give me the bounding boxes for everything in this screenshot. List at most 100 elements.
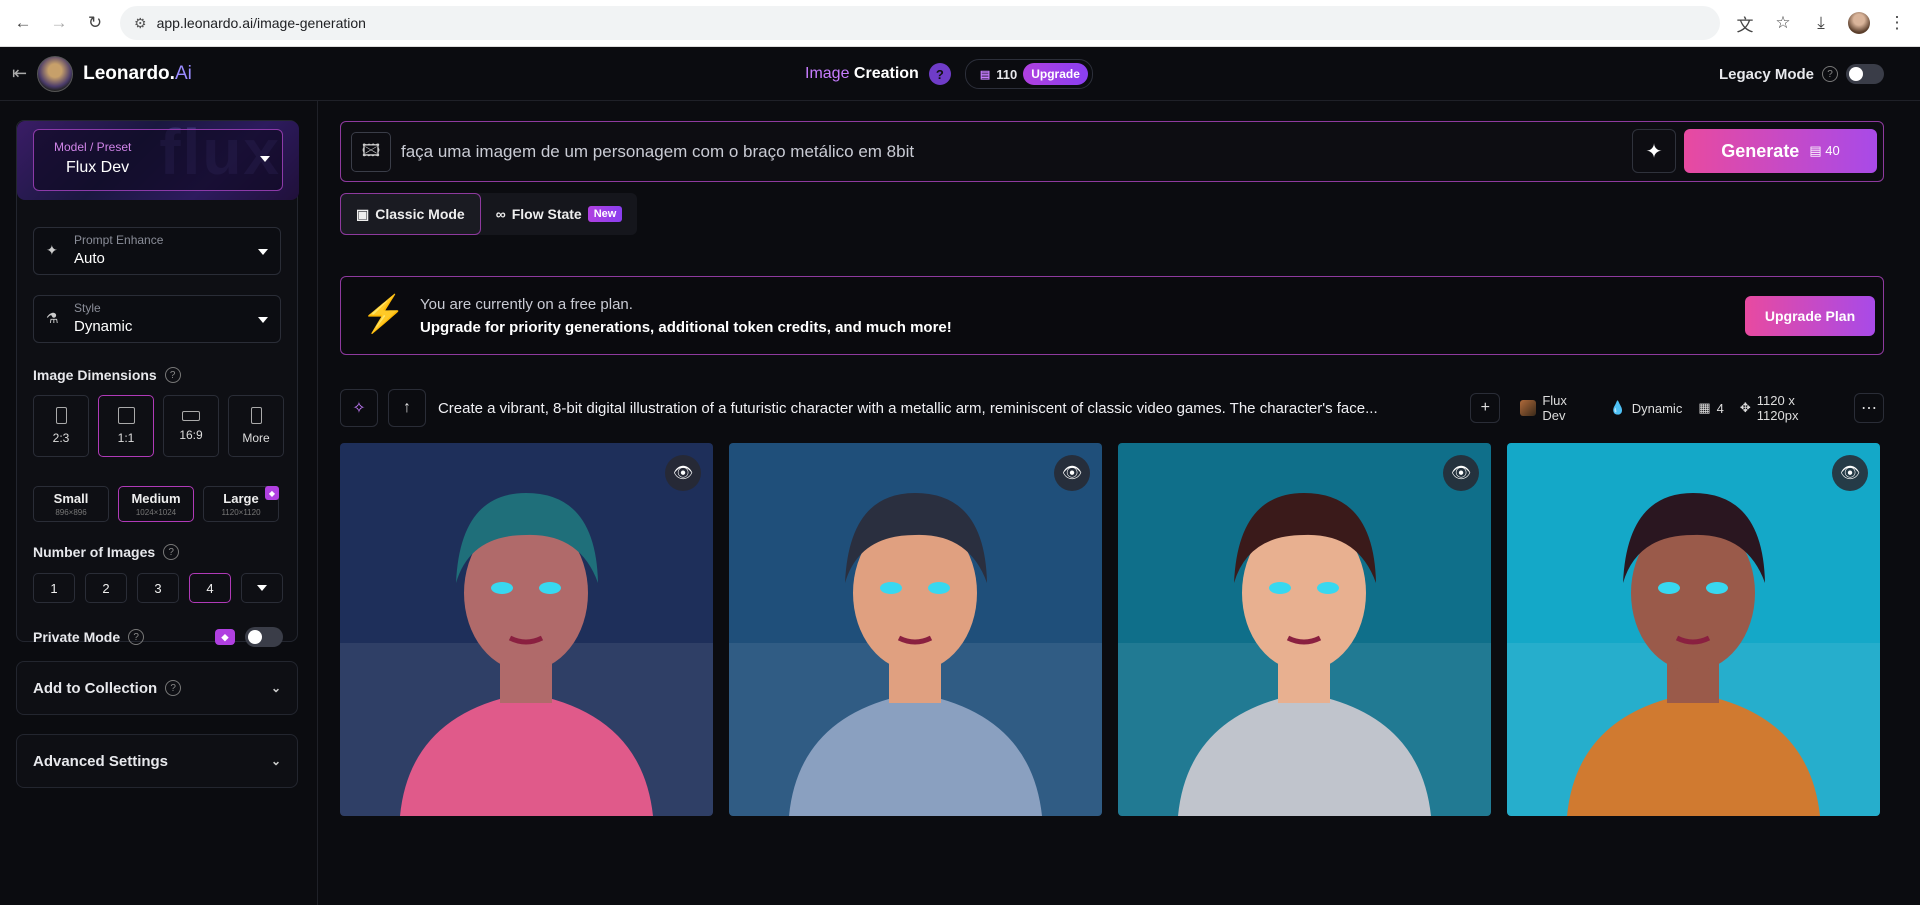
portrait-illustration [729,443,1102,816]
reload-icon[interactable]: ↻ [84,12,106,34]
add-to-collection-section[interactable]: Add to Collection ? ⌄ [16,661,298,715]
style-dropdown[interactable]: ⚗ Style Dynamic [33,295,281,343]
legacy-mode-toggle[interactable] [1846,64,1884,84]
forward-icon[interactable]: → [48,12,70,34]
aspect-2-3-button[interactable]: 2:3 [33,395,89,457]
more-icon[interactable]: ⋯ [1854,393,1885,423]
generate-button[interactable]: Generate ▤ 40 [1684,129,1877,173]
classic-mode-tab[interactable]: ▣ Classic Mode [340,193,481,235]
count-1-button[interactable]: 1 [33,573,75,603]
token-count: 110 [996,66,1018,82]
legacy-mode: Legacy Mode ? [1719,47,1884,101]
help-icon[interactable]: ? [164,367,181,383]
infinity-icon: ∞ [495,206,506,222]
upgrade-plan-button[interactable]: Upgrade Plan [1745,296,1875,336]
style-value: Dynamic [74,318,133,335]
upload-icon[interactable]: ↑ [387,389,426,427]
star-icon[interactable]: ☆ [1772,12,1794,34]
generation-model: Flux Dev [1520,393,1593,423]
chevron-down-icon [258,317,268,323]
eye-icon[interactable]: 👁 [1443,455,1479,491]
free-plan-banner: ⚡ You are currently on a free plan. Upgr… [340,276,1884,355]
app-header: ⇤ Leonardo.Ai Image Creation ? ▤ 110 Upg… [0,47,1920,101]
size-small-button[interactable]: Small 896×896 [33,486,109,522]
help-icon[interactable]: ? [928,63,951,85]
help-icon[interactable]: ? [165,680,182,696]
generation-prompt-text[interactable]: Create a vibrant, 8-bit digital illustra… [438,400,1462,417]
private-mode-label: Private Mode [33,629,121,645]
brand-name[interactable]: Leonardo.Ai [83,63,192,85]
prompt-enhance-value: Auto [74,250,105,267]
generated-image[interactable]: 👁 [729,443,1102,816]
banner-line2: Upgrade for priority generations, additi… [420,319,952,336]
token-balance[interactable]: ▤ 110 Upgrade [964,59,1093,89]
count-4-button[interactable]: 4 [189,573,231,603]
banner-line1: You are currently on a free plan. [420,296,633,313]
generation-count: ▦ 4 [1698,400,1724,416]
drop-icon: 💧 [1609,400,1626,415]
size-medium-button[interactable]: Medium 1024×1024 [118,486,194,522]
gem-icon: ◆ [265,486,279,500]
settings-sidebar: flux Model / Preset Flux Dev ✦ Prompt En… [0,101,318,905]
chevron-down-icon [260,156,270,162]
sidebar-collapse-icon[interactable]: ⇤ [12,63,27,84]
number-of-images-heading: Number of Images ? [33,544,180,560]
magic-wand-icon[interactable]: ✧ [340,389,378,427]
download-icon[interactable]: ⤓ [1810,12,1832,34]
count-2-button[interactable]: 2 [85,573,127,603]
more-ratio-icon [250,407,262,424]
generation-style: 💧 Dynamic [1609,400,1683,416]
generated-image[interactable]: 👁 [1118,443,1491,816]
image-dimensions-heading: Image Dimensions ? [33,367,181,383]
sparkle-icon[interactable]: ✦ [1632,129,1676,173]
tune-icon[interactable]: ⚙ [134,15,147,32]
private-mode-toggle[interactable] [245,627,283,647]
profile-avatar[interactable] [1848,12,1870,34]
square-icon [117,407,135,424]
image-icon[interactable]: 🖾 [351,132,391,172]
generated-image[interactable]: 👁 [340,443,713,816]
eye-icon[interactable]: 👁 [665,455,701,491]
landscape-icon [182,410,200,421]
legacy-help-icon[interactable]: ? [1822,66,1838,82]
upgrade-button[interactable]: Upgrade [1023,63,1088,85]
style-label: Style [74,301,101,315]
advanced-settings-section[interactable]: Advanced Settings ⌄ [16,734,298,788]
flow-state-tab[interactable]: ∞ Flow State New [481,193,638,235]
portrait-illustration [1118,443,1491,816]
generation-size: ✥ 1120 x 1120px [1739,393,1799,423]
leonardo-logo[interactable] [37,55,74,92]
chevron-down-icon [257,585,267,591]
aspect-1-1-button[interactable]: 1:1 [98,395,154,457]
aspect-16-9-button[interactable]: 16:9 [163,395,219,457]
help-icon[interactable]: ? [128,629,145,645]
address-bar[interactable]: ⚙ app.leonardo.ai/image-generation [120,6,1720,40]
menu-icon[interactable]: ⋮ [1886,12,1908,34]
translate-icon[interactable]: 文 [1734,12,1756,35]
eye-icon[interactable]: 👁 [1832,455,1868,491]
bolt-icon: ⚡ [361,293,406,334]
url-text[interactable]: app.leonardo.ai/image-generation [157,15,366,31]
model-preset-selector[interactable]: flux Model / Preset Flux Dev [17,121,299,200]
aspect-more-button[interactable]: More [228,395,284,457]
token-icon: ▤ [1809,143,1826,158]
plus-icon[interactable]: + [1470,393,1501,423]
portrait-icon [55,407,67,424]
count-more-dropdown[interactable] [241,573,283,603]
size-options: Small 896×896 Medium 1024×1024 Large 112… [33,486,279,522]
chevron-down-icon [258,249,268,255]
chevron-down-icon: ⌄ [270,754,281,768]
token-icon: ▤ [979,68,991,81]
help-icon[interactable]: ? [163,544,180,560]
chevron-down-icon: ⌄ [270,681,281,695]
back-icon[interactable]: ← [12,12,34,34]
prompt-input[interactable]: faça uma imagem de um personagem com o b… [401,142,914,162]
size-large-button[interactable]: Large 1120×1120 ◆ [203,486,279,522]
prompt-enhance-dropdown[interactable]: ✦ Prompt Enhance Auto [33,227,281,275]
model-avatar [1520,400,1537,416]
eye-icon[interactable]: 👁 [1054,455,1090,491]
generated-image[interactable]: 👁 [1507,443,1880,816]
count-3-button[interactable]: 3 [137,573,179,603]
model-label: Model / Preset [54,140,132,154]
gem-icon: ◆ [215,629,235,645]
